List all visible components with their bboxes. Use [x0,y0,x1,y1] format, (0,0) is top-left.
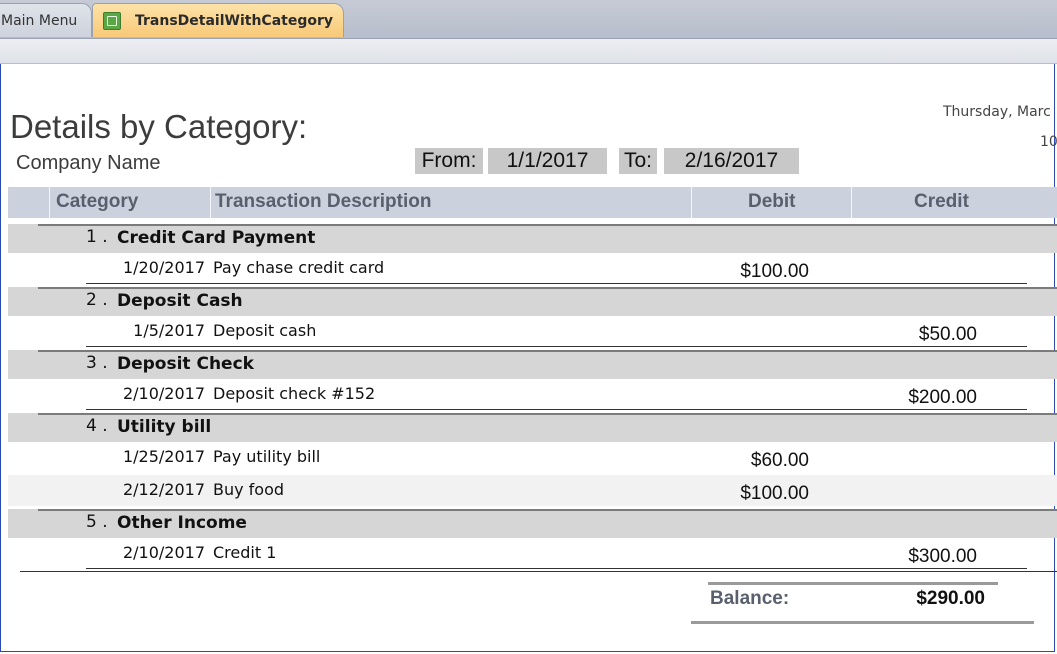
transaction-row: 1/20/2017 Pay chase credit card $100.00 [8,253,1057,284]
tab-main-menu[interactable]: Main Menu [0,3,92,37]
transaction-description: Buy food [213,480,285,499]
category-name: Other Income [117,513,247,533]
column-header-description: Transaction Description [215,191,432,212]
column-header-row: Category Transaction Description Debit C… [8,187,1057,218]
transaction-description: Pay chase credit card [213,258,385,277]
transaction-date: 1/20/2017 [122,258,205,277]
transaction-row: 1/5/2017 Deposit cash $50.00 [8,316,1057,347]
column-divider [851,187,852,218]
column-divider [210,187,211,218]
column-header-credit: Credit [914,191,969,212]
balance-value: $290.00 [916,588,985,609]
transaction-debit: $60.00 [750,450,809,471]
report-icon [103,12,121,30]
transaction-date: 2/12/2017 [122,480,205,499]
column-header-category: Category [56,191,139,212]
report-toolbar-band [0,39,1057,64]
row-underline [86,568,1027,569]
transaction-credit: $200.00 [908,387,977,408]
category-number: 3 . [86,353,108,373]
category-name: Credit Card Payment [117,228,316,248]
category-row: 2 . Deposit Cash [8,287,1057,316]
column-divider [49,187,50,218]
report-body[interactable]: Details by Category: Company Name Thursd… [0,64,1057,654]
category-number: 1 . [86,227,108,247]
column-header-debit: Debit [748,191,796,212]
transaction-description: Credit 1 [213,543,277,562]
category-row: 3 . Deposit Check [8,350,1057,379]
transaction-debit: $100.00 [740,483,809,504]
transaction-credit: $300.00 [908,546,977,567]
transaction-row: 2/10/2017 Credit 1 $300.00 [8,538,1057,569]
from-date: 1/1/2017 [488,148,607,174]
transaction-debit: $100.00 [740,261,809,282]
to-date: 2/16/2017 [664,148,799,174]
category-row: 1 . Credit Card Payment [8,224,1057,253]
category-name: Deposit Cash [117,291,243,311]
column-divider [691,187,692,218]
transaction-description: Deposit check #152 [213,384,376,403]
from-label: From: [415,148,483,174]
transaction-date: 2/10/2017 [122,384,205,403]
report-date: Thursday, Marc [943,104,1051,120]
balance-top-rule [708,582,998,585]
balance-label: Balance: [710,588,790,609]
category-row: 5 . Other Income [8,509,1057,538]
transaction-description: Deposit cash [213,321,317,340]
transaction-date: 2/10/2017 [122,543,205,562]
transaction-description: Pay utility bill [213,447,321,466]
row-underline [86,409,1027,410]
transaction-credit: $50.00 [918,324,977,345]
transaction-row: 2/10/2017 Deposit check #152 $200.00 [8,379,1057,410]
category-number: 2 . [86,290,108,310]
transaction-date: 1/5/2017 [133,321,205,340]
transaction-date: 1/25/2017 [122,447,205,466]
report-time: 10 [1040,134,1057,150]
category-number: 5 . [86,512,108,532]
category-number: 4 . [86,416,108,436]
tab-trans-detail-with-category[interactable]: TransDetailWithCategory [92,3,344,37]
category-name: Utility bill [117,417,212,437]
category-divider [38,287,1057,289]
category-name: Deposit Check [117,354,254,374]
category-row: 4 . Utility bill [8,413,1057,442]
transaction-row: 1/25/2017 Pay utility bill $60.00 [8,442,1057,473]
category-divider [38,413,1057,415]
report-end-line [20,571,1057,572]
category-divider [38,350,1057,352]
document-tab-bar: Main Menu TransDetailWithCategory [0,0,1057,39]
report-title: Details by Category: [10,108,308,145]
category-divider [38,224,1057,226]
row-underline [86,283,1027,284]
to-label: To: [619,148,657,174]
tab-label: Main Menu [1,13,78,29]
tab-label: TransDetailWithCategory [135,13,333,29]
category-divider [38,509,1057,511]
row-underline [86,346,1027,347]
balance-bottom-rule [691,621,1034,624]
company-name: Company Name [16,152,161,174]
transaction-row: 2/12/2017 Buy food $100.00 [8,475,1057,506]
